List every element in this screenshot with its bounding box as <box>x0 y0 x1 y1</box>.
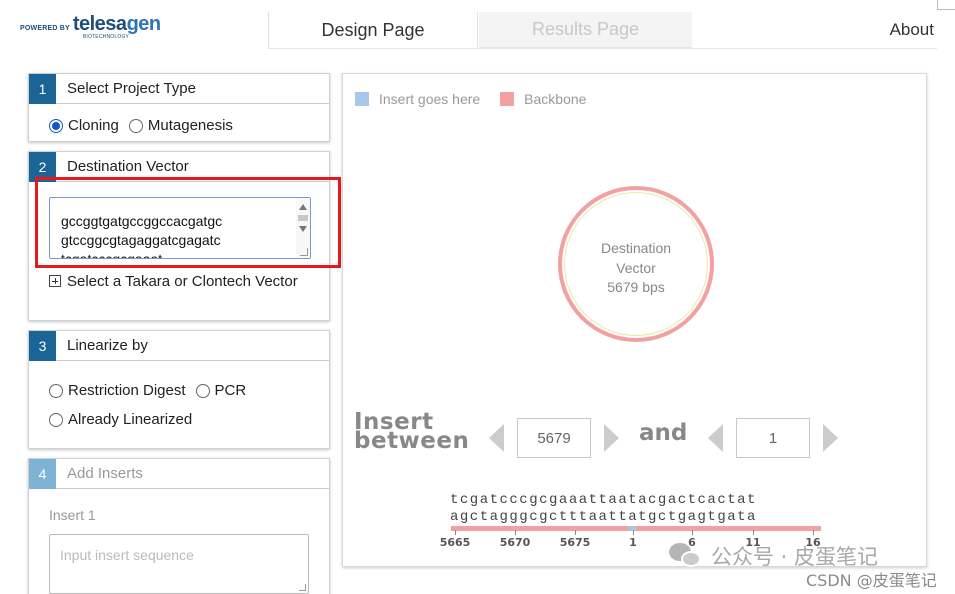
end-decrement-arrow-icon[interactable] <box>708 424 723 452</box>
legend-insert-swatch <box>355 92 369 106</box>
insert-between-label: Insert between <box>354 409 470 454</box>
radio-restriction-digest[interactable] <box>49 383 63 398</box>
plasmid-map[interactable]: Destination Vector 5679 bps <box>558 186 714 342</box>
radio-pcr[interactable] <box>195 383 210 398</box>
insert-placeholder: Input insert sequence <box>60 547 194 563</box>
insert-sequence-textarea[interactable]: Input insert sequence <box>49 534 309 594</box>
insert-1-label: Insert 1 <box>49 507 96 523</box>
step-title-add-inserts: Add Inserts <box>67 465 143 482</box>
logo-powered-by: POWERED BY <box>20 25 70 32</box>
plasmid-label-line1: Destination <box>600 240 672 256</box>
panel-linearize-by: 3 Linearize by Restriction Digest PCR Al… <box>28 330 330 449</box>
radio-already-linearized-label[interactable]: Already Linearized <box>68 411 192 428</box>
radio-pcr-label[interactable]: PCR <box>215 382 247 399</box>
about-link[interactable]: About <box>870 12 950 48</box>
teselagen-logo: POWERED BY telesagen BIOTECHNOLOGY <box>20 14 161 40</box>
wechat-icon <box>669 543 703 569</box>
step-number-1: 1 <box>29 73 56 104</box>
design-canvas: Insert goes here Backbone Destination Ve… <box>342 73 927 567</box>
takara-link-label: Select a Takara or Clontech Vector <box>67 273 298 290</box>
step-title-linearize: Linearize by <box>67 337 148 354</box>
logo-brand-suffix: gen <box>126 13 162 35</box>
plasmid-label-line2: Vector <box>616 259 656 276</box>
sequence-bottom-strand: agctagggcgctttaattatgctgagtgata <box>450 509 757 525</box>
radio-cloning-label[interactable]: Cloning <box>68 117 119 134</box>
insert-start-position[interactable]: 5679 <box>517 418 591 458</box>
legend: Insert goes here Backbone <box>355 91 586 107</box>
window-corner <box>937 0 955 10</box>
backbone-bar <box>451 526 821 531</box>
legend-insert-label: Insert goes here <box>379 91 481 107</box>
tab-design-page[interactable]: Design Page <box>268 12 478 48</box>
step-title-destination-vector: Destination Vector <box>67 158 189 175</box>
step-number-3: 3 <box>29 330 56 361</box>
panel-select-project-type: 1 Select Project Type Cloning Mutagenesi… <box>28 73 330 142</box>
tick-label: 5665 <box>439 536 471 549</box>
select-takara-vector-link[interactable]: Select a Takara or Clontech Vector <box>49 272 319 292</box>
csdn-watermark: CSDN @皮蛋笔记 <box>806 571 937 590</box>
tab-results-page[interactable]: Results Page <box>479 12 692 48</box>
plasmid-size: 5679 bps <box>607 279 665 295</box>
sequence-top-strand: tcgatcccgcgaaattaatacgactcactat <box>450 492 757 508</box>
end-increment-arrow-icon[interactable] <box>823 424 838 452</box>
header-divider <box>268 48 937 49</box>
insert-end-position[interactable]: 1 <box>736 418 810 458</box>
legend-backbone-swatch <box>500 92 515 106</box>
radio-mutagenesis[interactable] <box>128 118 143 133</box>
tick-label: 1 <box>629 536 637 549</box>
step-number-4: 4 <box>29 458 56 489</box>
radio-already-linearized[interactable] <box>49 412 63 427</box>
radio-mutagenesis-label[interactable]: Mutagenesis <box>148 117 233 134</box>
and-label: and <box>639 420 688 446</box>
start-increment-arrow-icon[interactable] <box>604 424 619 452</box>
tick-label: 5670 <box>499 536 531 549</box>
tick-label: 5675 <box>559 536 591 549</box>
step-title-project-type: Select Project Type <box>67 80 196 97</box>
resize-grip-icon[interactable] <box>299 584 306 591</box>
logo-subtitle: BIOTECHNOLOGY <box>82 34 130 40</box>
radio-restriction-digest-label[interactable]: Restriction Digest <box>68 382 186 399</box>
start-decrement-arrow-icon[interactable] <box>489 424 504 452</box>
expand-plus-icon <box>49 275 61 287</box>
logo-brand-prefix: telesa <box>72 13 127 35</box>
red-highlight-annotation <box>35 177 341 268</box>
legend-backbone-label: Backbone <box>524 91 587 107</box>
radio-cloning[interactable] <box>49 118 63 133</box>
panel-add-inserts: 4 Add Inserts Insert 1 Input insert sequ… <box>28 458 330 594</box>
